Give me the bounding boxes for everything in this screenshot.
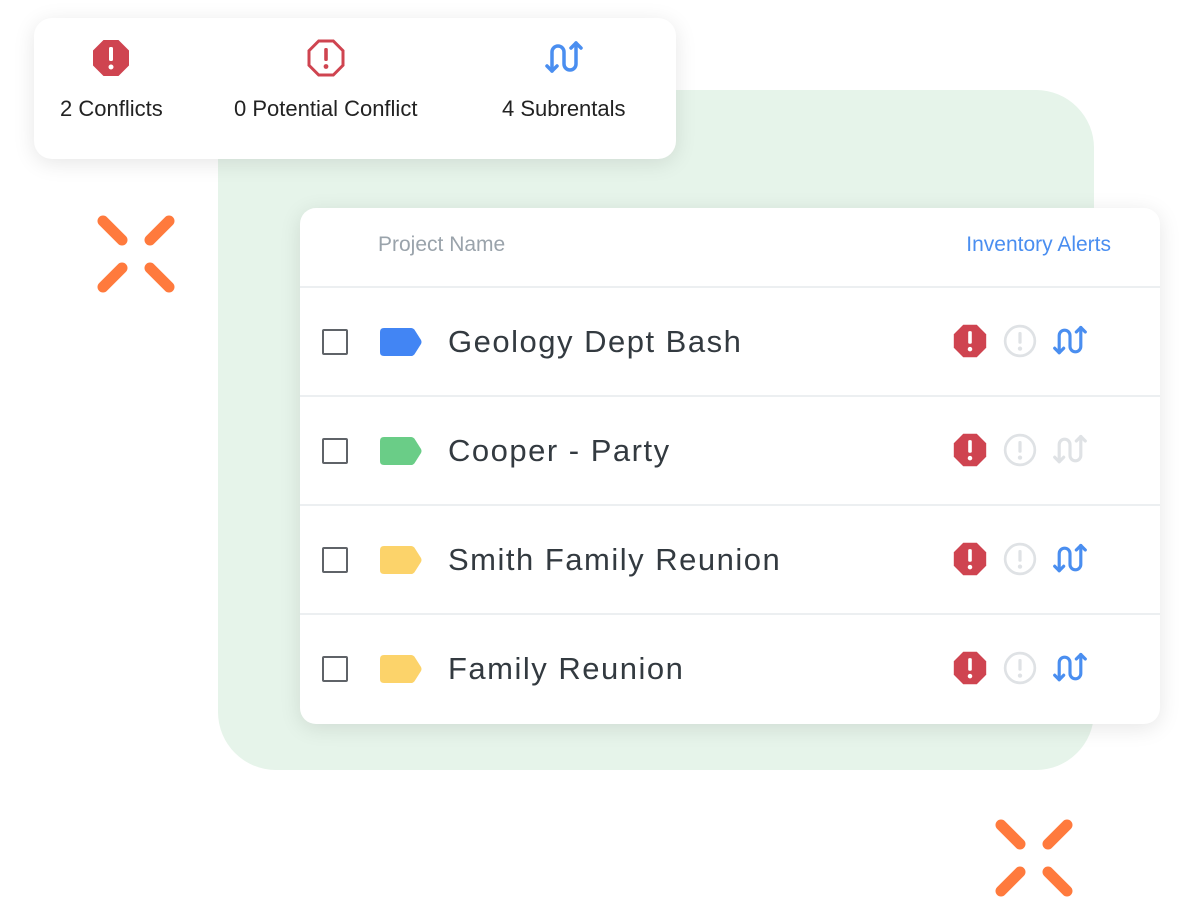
- inventory-alert-icons: [952, 432, 1088, 468]
- row-checkbox[interactable]: [322, 329, 348, 355]
- tag-label-icon: [380, 328, 422, 356]
- subrental-icon[interactable]: [1052, 541, 1088, 577]
- table-row[interactable]: Smith Family Reunion: [300, 506, 1160, 615]
- inventory-alert-icons: [952, 650, 1088, 686]
- row-checkbox[interactable]: [322, 656, 348, 682]
- summary-subrentals-label: 4 Subrentals: [502, 96, 626, 121]
- table-row[interactable]: Cooper - Party: [300, 397, 1160, 506]
- swap-vertical-arrows-icon: [544, 38, 584, 78]
- summary-potential-label: 0 Potential Conflict: [234, 96, 418, 121]
- inventory-alert-icons: [952, 541, 1088, 577]
- row-checkbox[interactable]: [322, 438, 348, 464]
- table-header: Project Name Inventory Alerts: [300, 208, 1160, 288]
- table-row[interactable]: Family Reunion: [300, 615, 1160, 722]
- tag-label-icon: [380, 655, 422, 683]
- potential-conflict-icon[interactable]: [1002, 650, 1038, 686]
- conflict-icon[interactable]: [952, 650, 988, 686]
- orange-x-icon: [96, 214, 176, 294]
- table-row[interactable]: Geology Dept Bash: [300, 288, 1160, 397]
- subrental-icon[interactable]: [1052, 323, 1088, 359]
- tag-label-icon: [380, 546, 422, 574]
- summary-subrentals[interactable]: 4 Subrentals: [502, 38, 626, 122]
- project-name[interactable]: Smith Family Reunion: [448, 542, 781, 578]
- conflict-icon[interactable]: [952, 323, 988, 359]
- projects-table: Project Name Inventory Alerts Geology De…: [300, 208, 1160, 724]
- potential-conflict-icon[interactable]: [1002, 432, 1038, 468]
- orange-x-icon-bottom: [994, 818, 1074, 898]
- potential-conflict-icon[interactable]: [1002, 541, 1038, 577]
- inventory-alert-icons: [952, 323, 1088, 359]
- summary-conflicts-label: 2 Conflicts: [60, 96, 163, 121]
- tag-label-icon: [380, 437, 422, 465]
- conflict-icon[interactable]: [952, 432, 988, 468]
- subrental-icon[interactable]: [1052, 432, 1088, 468]
- project-name[interactable]: Cooper - Party: [448, 433, 671, 469]
- octagon-alert-filled-icon: [91, 38, 131, 78]
- summary-conflicts[interactable]: 2 Conflicts: [60, 38, 163, 122]
- octagon-alert-outline-icon: [306, 38, 346, 78]
- row-checkbox[interactable]: [322, 547, 348, 573]
- subrental-icon[interactable]: [1052, 650, 1088, 686]
- summary-potential-conflicts[interactable]: 0 Potential Conflict: [234, 38, 417, 122]
- potential-conflict-icon[interactable]: [1002, 323, 1038, 359]
- project-name[interactable]: Geology Dept Bash: [448, 324, 742, 360]
- column-header-project-name: Project Name: [378, 233, 506, 256]
- table-body: Geology Dept Bash Cooper - Party Smith Fam…: [300, 288, 1160, 722]
- conflict-icon[interactable]: [952, 541, 988, 577]
- column-header-inventory-alerts[interactable]: Inventory Alerts: [966, 233, 1111, 257]
- project-name[interactable]: Family Reunion: [448, 651, 684, 687]
- inventory-summary-card: 2 Conflicts 0 Potential Conflict 4 Subre…: [34, 18, 676, 159]
